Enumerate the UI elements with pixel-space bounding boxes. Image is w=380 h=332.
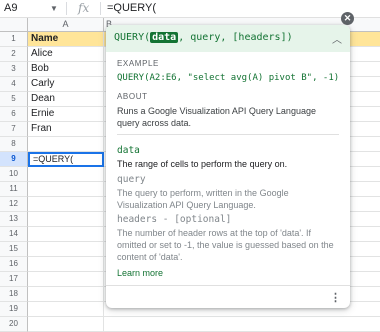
- row-header[interactable]: 12: [0, 197, 28, 212]
- about-label: ABOUT: [117, 92, 148, 101]
- active-argument: data: [150, 32, 179, 43]
- divider: [100, 2, 101, 15]
- formula-bar: A9 ▼ fx =QUERY(: [0, 0, 380, 18]
- arg-headers-desc: The number of header rows at the top of …: [117, 228, 334, 262]
- table-cell[interactable]: Carly: [28, 77, 104, 92]
- arg-query-name: query: [117, 174, 146, 185]
- table-cell[interactable]: Bob: [28, 62, 104, 77]
- table-cell[interactable]: [28, 317, 104, 332]
- row-header[interactable]: 10: [0, 167, 28, 182]
- active-cell[interactable]: =QUERY(: [28, 152, 104, 167]
- row-header[interactable]: 20: [0, 317, 28, 332]
- arg-data-desc: The range of cells to perform the query …: [117, 159, 288, 169]
- row-header[interactable]: 2: [0, 47, 28, 62]
- function-signature: QUERY(data, query, [headers]): [114, 32, 293, 43]
- row-header[interactable]: 16: [0, 257, 28, 272]
- table-cell[interactable]: [28, 287, 104, 302]
- arg-data-name: data: [117, 145, 140, 156]
- row-header[interactable]: 8: [0, 137, 28, 152]
- divider: [106, 285, 350, 286]
- function-name: QUERY(: [114, 32, 151, 43]
- chevron-up-icon[interactable]: ︿: [332, 31, 342, 46]
- popup-header[interactable]: QUERY(data, query, [headers]) ︿: [106, 25, 350, 52]
- function-help-popup: QUERY(data, query, [headers]) ︿ EXAMPLE …: [106, 25, 350, 308]
- table-cell[interactable]: Fran: [28, 122, 104, 137]
- table-cell[interactable]: [28, 167, 104, 182]
- row-header[interactable]: 3: [0, 62, 28, 77]
- close-icon[interactable]: ✕: [341, 12, 354, 25]
- arg-query-desc: The query to perform, written in the Goo…: [117, 188, 289, 210]
- cell-reference: A9: [4, 2, 18, 14]
- column-header-a[interactable]: A: [28, 18, 104, 32]
- example-label: EXAMPLE: [117, 59, 159, 68]
- table-cell[interactable]: [28, 182, 104, 197]
- row-header[interactable]: 1: [0, 32, 28, 47]
- table-cell[interactable]: [28, 227, 104, 242]
- row-header[interactable]: 11: [0, 182, 28, 197]
- row-header[interactable]: 13: [0, 212, 28, 227]
- table-cell[interactable]: Ernie: [28, 107, 104, 122]
- signature-rest: , query, [headers]): [178, 32, 293, 43]
- about-text: Runs a Google Visualization API Query La…: [117, 106, 316, 128]
- name-box[interactable]: A9 ▼: [0, 0, 62, 17]
- divider: [117, 134, 339, 135]
- fx-icon: fx: [78, 1, 90, 15]
- table-cell[interactable]: Dean: [28, 92, 104, 107]
- table-cell[interactable]: [28, 272, 104, 287]
- header-cell[interactable]: Name: [28, 32, 104, 47]
- table-cell[interactable]: [28, 137, 104, 152]
- formula-input[interactable]: =QUERY(: [107, 0, 156, 17]
- row-header[interactable]: 15: [0, 242, 28, 257]
- table-cell[interactable]: [28, 242, 104, 257]
- table-cell[interactable]: [28, 257, 104, 272]
- table-cell[interactable]: [104, 317, 380, 332]
- row-header[interactable]: 6: [0, 107, 28, 122]
- table-cell[interactable]: Alice: [28, 47, 104, 62]
- row-header[interactable]: 18: [0, 287, 28, 302]
- divider: [66, 2, 67, 15]
- select-all-corner[interactable]: [0, 18, 28, 32]
- table-cell[interactable]: [28, 197, 104, 212]
- row-header[interactable]: 17: [0, 272, 28, 287]
- row-header[interactable]: 14: [0, 227, 28, 242]
- row-header[interactable]: 5: [0, 92, 28, 107]
- row-header[interactable]: 9: [0, 152, 28, 167]
- more-vert-icon[interactable]: ⋮: [330, 291, 341, 304]
- arg-headers-name: headers - [optional]: [117, 214, 232, 225]
- dropdown-arrow-icon[interactable]: ▼: [50, 0, 58, 17]
- example-code: QUERY(A2:E6, "select avg(A) pivot B", -1…: [117, 73, 340, 83]
- table-cell[interactable]: [28, 212, 104, 227]
- row-header[interactable]: 7: [0, 122, 28, 137]
- row-header[interactable]: 4: [0, 77, 28, 92]
- learn-more-link[interactable]: Learn more: [117, 268, 163, 278]
